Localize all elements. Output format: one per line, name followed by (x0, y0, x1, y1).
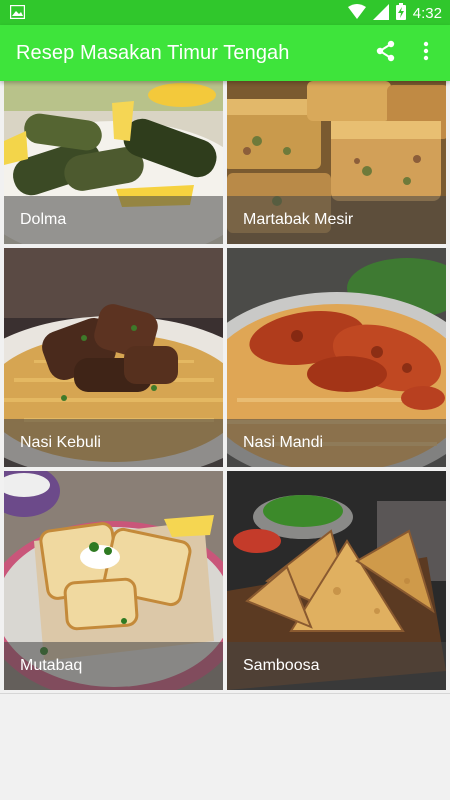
recipe-card-mutabaq[interactable]: Mutabaq (4, 471, 223, 690)
recipe-title: Martabak Mesir (243, 211, 354, 228)
recipe-caption: Nasi Mandi (227, 419, 446, 467)
recipe-caption: Nasi Kebuli (4, 419, 223, 467)
recipe-caption: Mutabaq (4, 642, 223, 690)
battery-charging-icon (395, 3, 406, 25)
grid-bottom-divider (0, 693, 450, 694)
recipe-title: Dolma (20, 211, 67, 228)
image-notification-icon (9, 4, 26, 24)
recipe-title: Mutabaq (20, 657, 83, 674)
recipe-caption: Martabak Mesir (227, 196, 446, 244)
status-time: 4:32 (412, 5, 442, 22)
status-bar: 4:32 (0, 0, 450, 25)
recipe-card-nasi-kebuli[interactable]: Nasi Kebuli (4, 248, 223, 467)
recipe-title: Nasi Kebuli (20, 434, 101, 451)
signal-icon (372, 3, 389, 25)
recipe-card-nasi-mandi[interactable]: Nasi Mandi (227, 248, 446, 467)
share-button[interactable] (370, 37, 402, 69)
recipe-caption: Samboosa (227, 642, 446, 690)
more-options-button[interactable] (410, 37, 442, 69)
recipe-title: Nasi Mandi (243, 434, 324, 451)
more-vert-icon (423, 41, 429, 66)
recipe-grid: Dolma Martabak Mesir Nasi Kebuli Nasi Ma… (0, 81, 450, 693)
recipe-card-martabak-mesir[interactable]: Martabak Mesir (227, 81, 446, 244)
wifi-icon (347, 3, 366, 25)
recipe-card-samboosa[interactable]: Samboosa (227, 471, 446, 690)
recipe-card-dolma[interactable]: Dolma (4, 81, 223, 244)
recipe-title: Samboosa (243, 657, 320, 674)
recipe-caption: Dolma (4, 196, 223, 244)
share-icon (375, 40, 397, 67)
app-bar: Resep Masakan Timur Tengah (0, 25, 450, 81)
app-title: Resep Masakan Timur Tengah (16, 42, 290, 64)
